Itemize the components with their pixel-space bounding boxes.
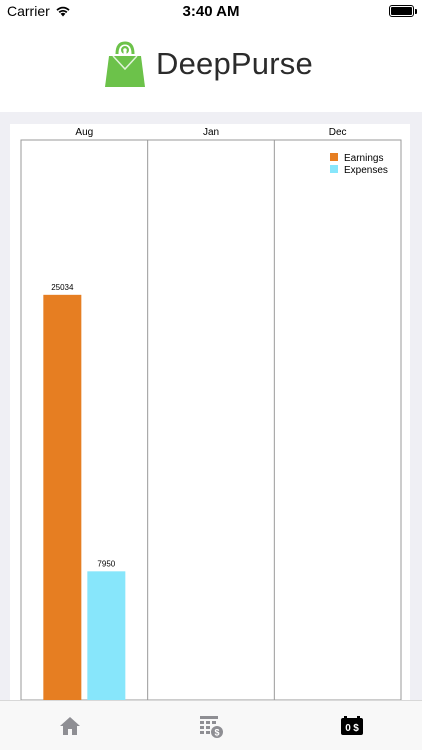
legend-swatch-expenses [330,165,338,173]
tab-home[interactable] [0,701,140,750]
status-bar: Carrier 3:40 AM [0,0,422,22]
category-label: Aug [75,127,93,138]
svg-text:$: $ [214,728,219,738]
app-logo: DeepPurse [104,40,313,88]
battery-icon [389,5,414,17]
zero-dollar-icon: 0 $ [341,716,363,735]
status-time: 3:40 AM [182,3,240,20]
tab-overview[interactable]: 0 $ [282,701,422,750]
tab-expense-report[interactable]: $ [141,701,281,750]
bar-earnings-aug [43,294,82,700]
category-label: Jan [203,127,219,138]
svg-text:$: $ [353,723,359,734]
legend-label-earnings: Earnings [344,153,383,164]
home-icon [60,717,80,735]
data-label: 7950 [97,559,115,568]
svg-text:0: 0 [345,723,351,734]
app-name: DeepPurse [156,46,313,81]
data-label: 25034 [51,283,74,292]
purse-logo-icon [105,41,145,87]
legend-label-expenses: Expenses [344,165,388,176]
category-label: Dec [329,127,347,138]
tab-bar: $ 0 $ [0,700,422,750]
app-header: DeepPurse [0,22,422,112]
calendar-dollar-icon: $ [200,716,223,738]
bar-expenses-aug [87,571,126,700]
legend-swatch-earnings [330,153,338,161]
bar-chart: Aug Jan Dec 25034 7950 EarningsExpenses [20,127,402,700]
battery-tip [415,9,417,14]
